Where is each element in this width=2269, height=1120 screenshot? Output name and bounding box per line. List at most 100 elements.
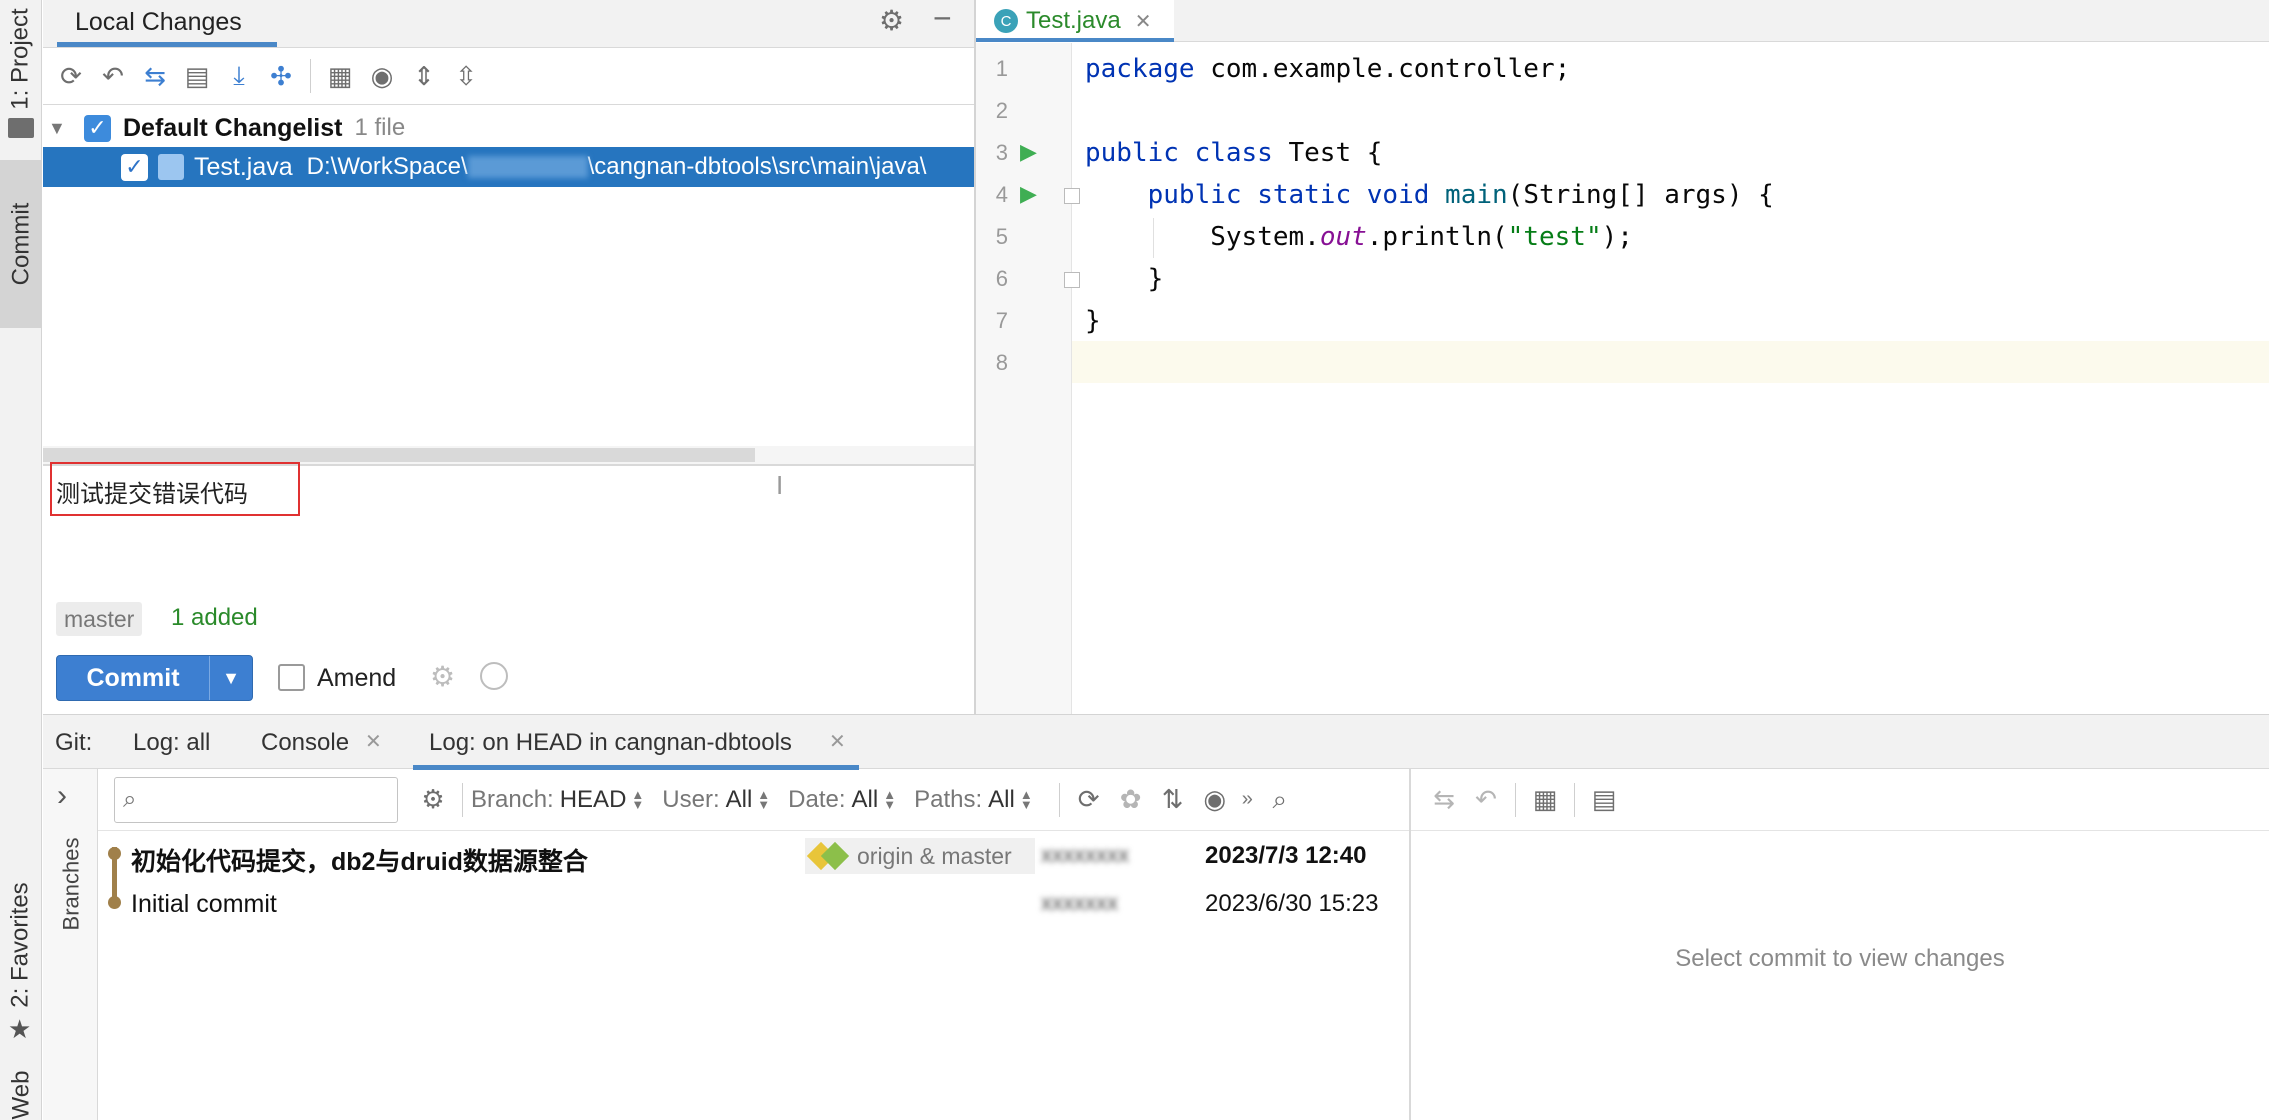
- user-filter[interactable]: User: All ▲ ▼: [662, 786, 770, 814]
- expand-branches-icon[interactable]: ›: [57, 779, 67, 813]
- log-search-icon[interactable]: ⌕: [1259, 779, 1301, 821]
- commit-author-blurred: xxxxxxx: [1041, 890, 1118, 915]
- paths-filter[interactable]: Paths: All ▲ ▼: [914, 786, 1033, 814]
- code-text: );: [1601, 222, 1633, 252]
- favorites-tool-tab[interactable]: 2: Favorites: [0, 870, 42, 1020]
- commit-author-blurred: xxxxxxxx: [1041, 842, 1129, 867]
- details-placeholder: Select commit to view changes: [1675, 945, 2005, 972]
- log-search-input[interactable]: [142, 781, 431, 818]
- line-number: 6: [995, 266, 1008, 291]
- user-filter-value: All: [725, 785, 753, 813]
- changelist-row[interactable]: ▼ ✓ Default Changelist 1 file: [48, 110, 405, 146]
- date-filter[interactable]: Date: All ▲ ▼: [788, 786, 896, 814]
- changelist-checkbox[interactable]: ✓: [84, 114, 111, 142]
- update-icon[interactable]: ⤓: [218, 55, 260, 97]
- commit-row[interactable]: 初始化代码提交，db2与druid数据源整合 origin & master x…: [98, 834, 1411, 878]
- group-by-icon[interactable]: ▦: [319, 55, 361, 97]
- code-text: System.: [1210, 222, 1320, 252]
- code-keyword: public static void: [1147, 180, 1430, 210]
- commit-button[interactable]: Commit: [57, 656, 209, 700]
- rollback-icon[interactable]: ↶: [92, 55, 134, 97]
- log-view-options-icon[interactable]: ◉: [1194, 779, 1236, 821]
- run-gutter-icon[interactable]: ▶: [1020, 139, 1037, 165]
- editor-tab-bar: C Test.java ✕: [976, 0, 2269, 42]
- branch-filter[interactable]: Branch: HEAD ▲ ▼: [471, 786, 644, 814]
- file-checkbox[interactable]: ✓: [121, 153, 148, 181]
- sort-icon[interactable]: ⇅: [1152, 779, 1194, 821]
- line-number: 8: [995, 350, 1008, 375]
- local-changes-tab[interactable]: Local Changes: [75, 8, 242, 37]
- code-line-6[interactable]: }: [1085, 258, 1164, 300]
- paths-filter-label: Paths:: [914, 785, 983, 813]
- tab-console[interactable]: Console: [261, 729, 349, 757]
- code-line-1[interactable]: package com.example.controller;: [1085, 48, 1570, 90]
- log-refresh-icon[interactable]: ⟳: [1068, 779, 1110, 821]
- expand-triangle-icon[interactable]: ▼: [48, 118, 76, 139]
- commit-tool-tab[interactable]: Commit: [0, 160, 42, 328]
- refresh-icon[interactable]: ⟳: [50, 55, 92, 97]
- current-line-highlight: [1072, 341, 2269, 383]
- git-tab-bar: Git: Log: all Console ✕ Log: on HEAD in …: [43, 714, 2269, 770]
- commit-settings-gear-icon[interactable]: ⚙: [430, 660, 455, 693]
- hide-panel-icon[interactable]: −: [933, 0, 952, 37]
- file-row-selected[interactable]: ✓ Test.java D:\WorkSpace\ xxxxxxxxx \can…: [43, 147, 974, 187]
- tab-log-head[interactable]: Log: on HEAD in cangnan-dbtools: [429, 729, 792, 757]
- commit-tool-label: Commit: [7, 202, 35, 286]
- code-line-3[interactable]: public class Test {: [1085, 132, 1382, 174]
- shelve-icon[interactable]: ✣: [260, 55, 302, 97]
- line-number: 3: [995, 140, 1008, 165]
- details-layout-icon[interactable]: ▤: [1583, 779, 1625, 821]
- fold-marker-icon[interactable]: [1064, 188, 1080, 204]
- run-gutter-icon[interactable]: ▶: [1020, 181, 1037, 207]
- cherry-pick-icon[interactable]: ✿: [1110, 779, 1152, 821]
- commit-split-button: Commit ▼: [56, 655, 253, 701]
- expand-all-icon[interactable]: ⇕: [403, 55, 445, 97]
- branches-panel-toggle[interactable]: › Branches: [43, 769, 98, 1120]
- date-filter-value: All: [851, 785, 879, 813]
- java-file-icon: [158, 154, 184, 180]
- code-line-5[interactable]: System.out.println("test");: [1085, 216, 1633, 258]
- search-icon: ⌕: [123, 785, 137, 813]
- branch-badge[interactable]: master: [56, 602, 143, 636]
- tree-scrollbar-thumb[interactable]: [43, 448, 755, 462]
- changelist-icon[interactable]: ▤: [176, 55, 218, 97]
- show-diff-icon[interactable]: ⇆: [134, 55, 176, 97]
- commit-options-dropdown-icon[interactable]: ▼: [210, 656, 252, 700]
- details-revert-icon[interactable]: ↶: [1465, 779, 1507, 821]
- details-diff-icon[interactable]: ⇆: [1423, 779, 1465, 821]
- commit-row[interactable]: Initial commit xxxxxxx 2023/6/30 15:23: [98, 882, 1411, 926]
- close-log-head-tab-icon[interactable]: ✕: [829, 729, 846, 754]
- left-tool-stripe: 1: Project Commit 2: Favorites ★ Web: [0, 0, 42, 1120]
- active-tab-underline: [57, 42, 277, 47]
- amend-checkbox[interactable]: [278, 664, 305, 691]
- code-static-field: out: [1319, 222, 1367, 252]
- tab-log-all[interactable]: Log: all: [133, 729, 210, 757]
- log-settings-gear-icon[interactable]: ⚙: [412, 779, 454, 821]
- more-actions-icon[interactable]: »: [1242, 788, 1253, 811]
- code-text: com.example.controller;: [1194, 54, 1571, 84]
- commit-history-clock-icon[interactable]: [480, 662, 508, 690]
- fold-marker-icon[interactable]: [1064, 272, 1080, 288]
- commit-date: 2023/7/3 12:40: [1205, 842, 1367, 869]
- folder-icon: [8, 118, 34, 138]
- collapse-all-icon[interactable]: ⇳: [445, 55, 487, 97]
- code-text: (String[] args) {: [1507, 180, 1774, 210]
- code-line-4[interactable]: public static void main(String[] args) {: [1085, 174, 1774, 216]
- settings-gear-icon[interactable]: ⚙: [879, 4, 904, 37]
- view-options-icon[interactable]: ◉: [361, 55, 403, 97]
- details-group-icon[interactable]: ▦: [1524, 779, 1566, 821]
- star-icon: ★: [8, 1014, 32, 1044]
- commit-message-input[interactable]: 测试提交错误代码: [50, 462, 300, 516]
- file-path-end: \cangnan-dbtools\src\main\java\: [587, 153, 927, 180]
- web-tool-tab[interactable]: Web: [0, 1070, 42, 1120]
- project-tool-tab[interactable]: 1: Project: [0, 0, 42, 118]
- close-tab-icon[interactable]: ✕: [1135, 9, 1152, 34]
- close-console-tab-icon[interactable]: ✕: [365, 729, 382, 754]
- log-toolbar: ⌕ ⚙ Branch: HEAD ▲ ▼ User: All ▲ ▼ Date: All ▲ ▼ …: [98, 769, 1411, 831]
- editor-tab-test-java[interactable]: C Test.java ✕: [976, 0, 1174, 42]
- branch-filter-label: Branch:: [471, 785, 554, 813]
- code-line-7[interactable]: }: [1085, 300, 1101, 342]
- toolbar-separator: [310, 59, 311, 93]
